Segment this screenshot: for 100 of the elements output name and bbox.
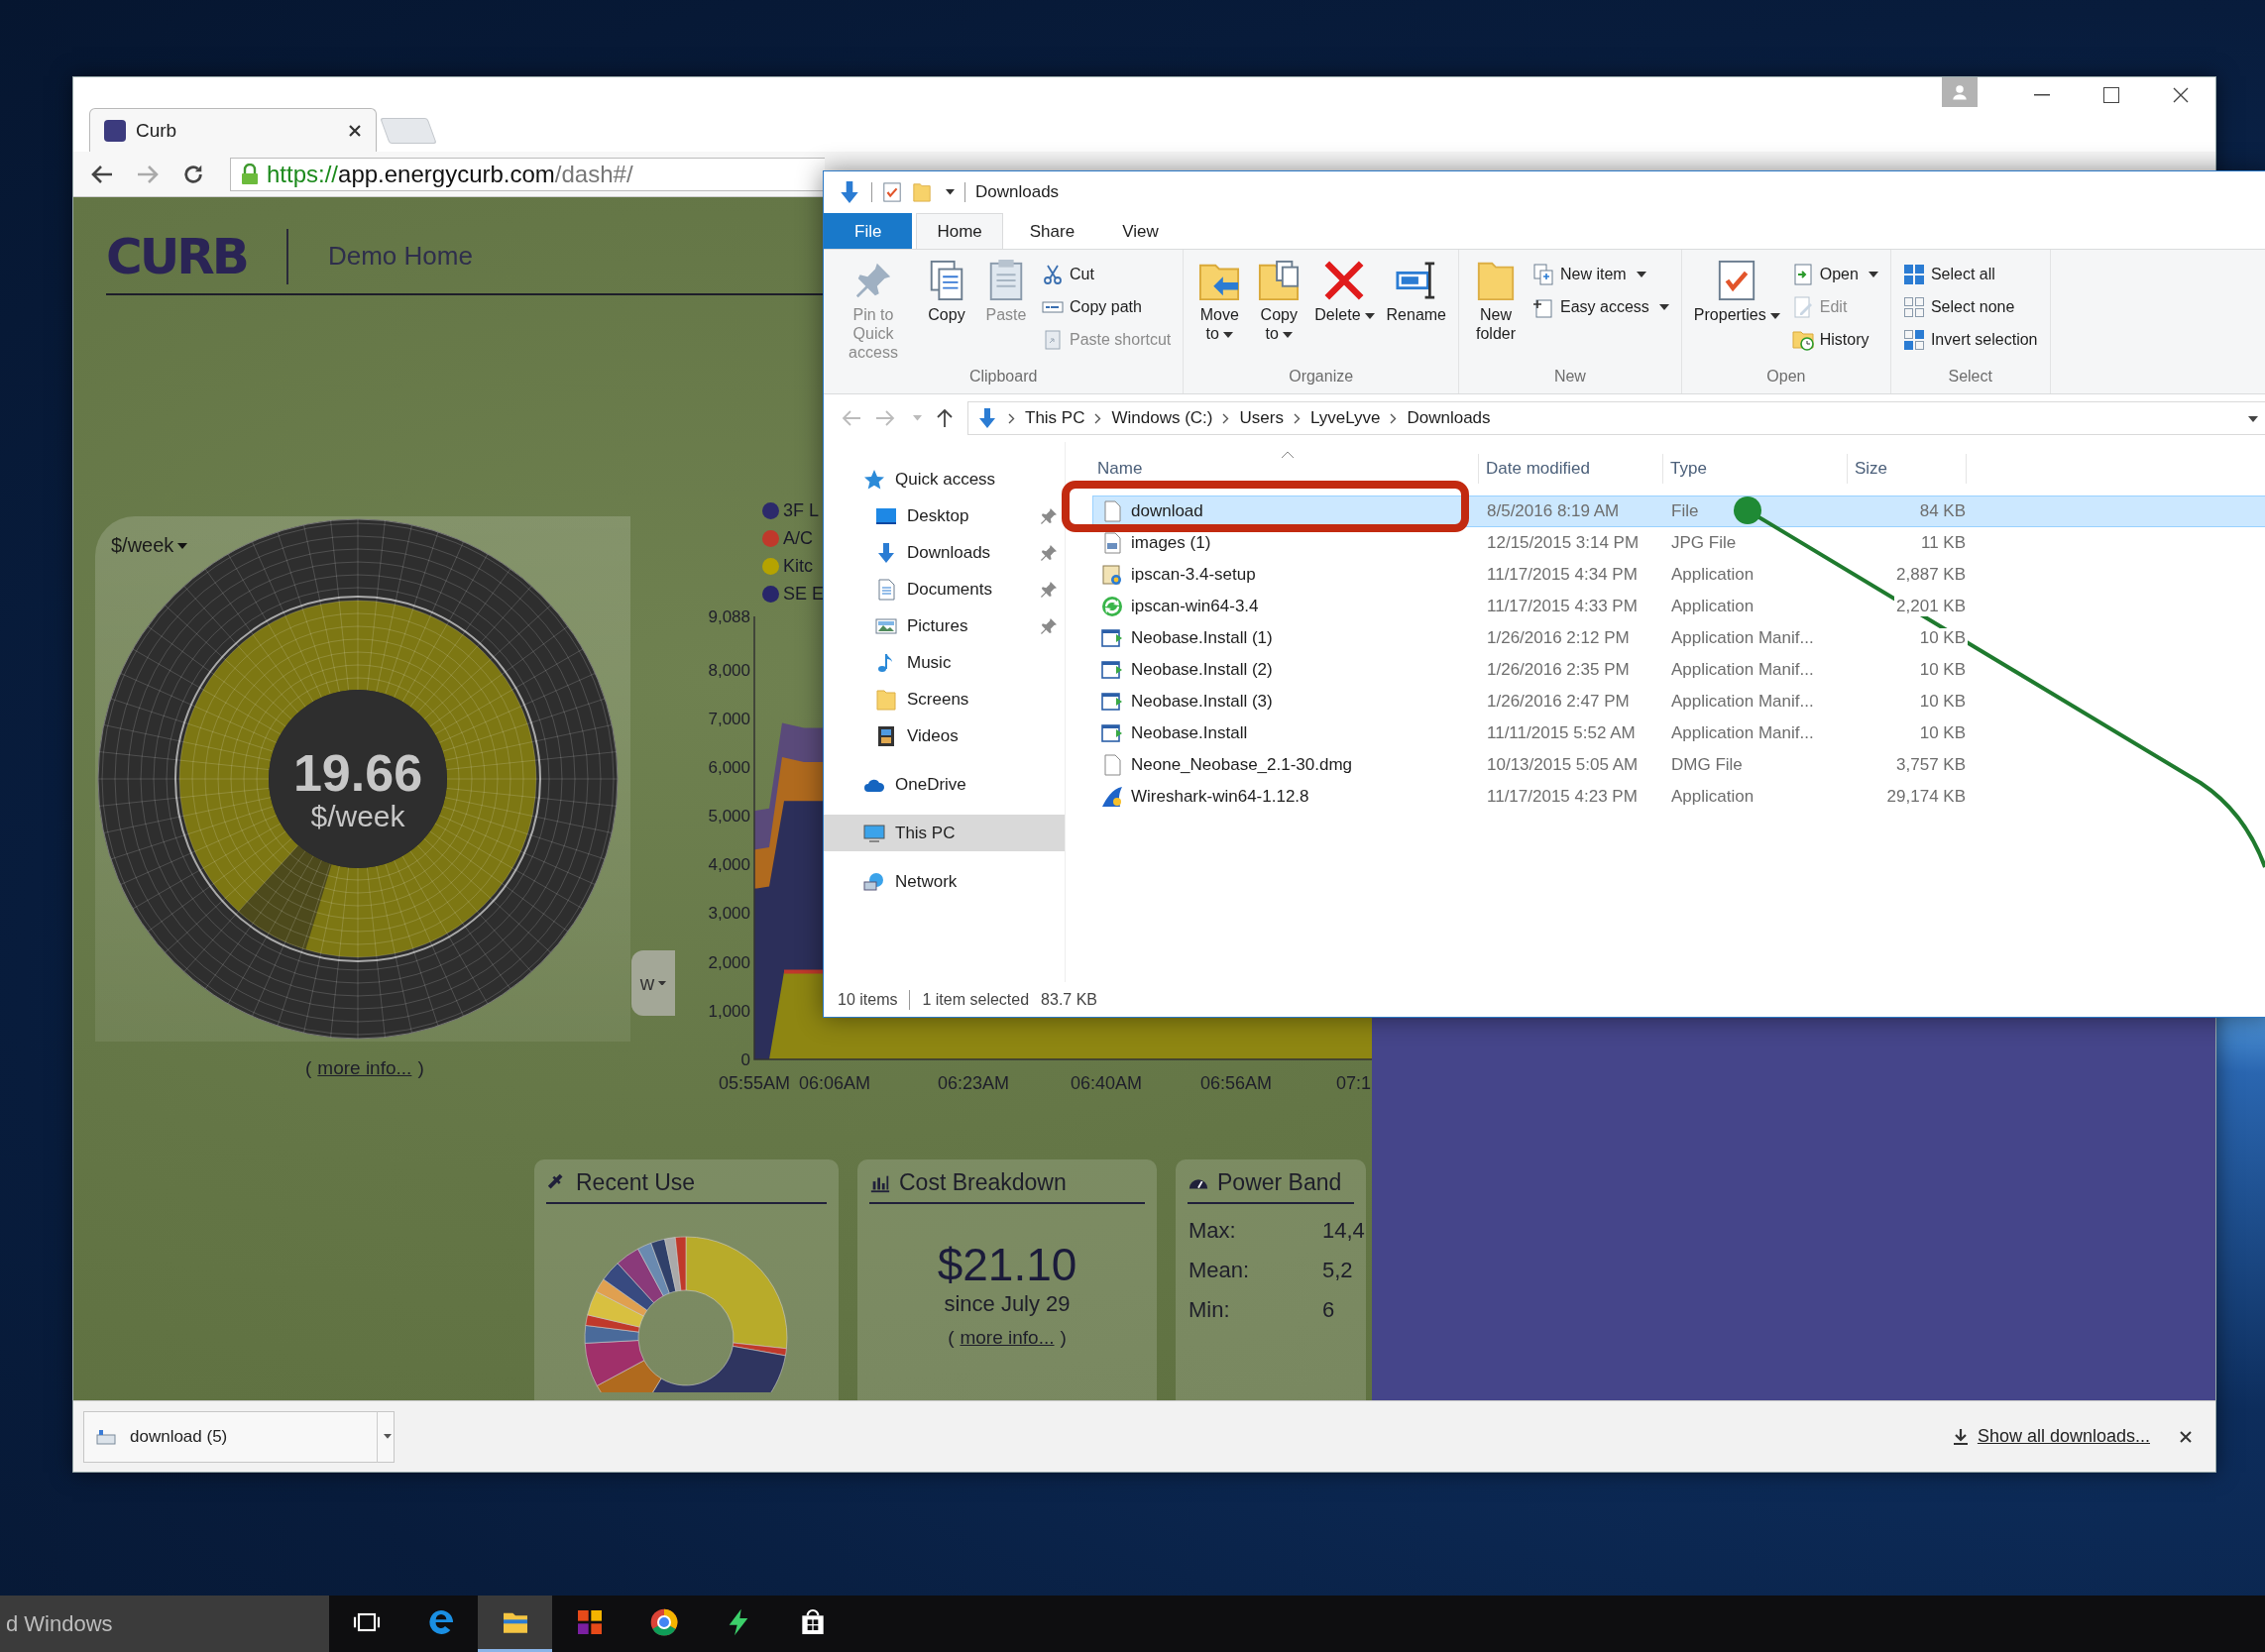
- ribbon-button[interactable]: New folder: [1467, 256, 1525, 348]
- y-axis-label: 2,000: [708, 952, 750, 972]
- nav-item[interactable]: Pictures: [824, 607, 1065, 644]
- close-button[interactable]: [2180, 1430, 2192, 1443]
- file-row[interactable]: Wireshark-win64-1.12.8 11/17/2015 4:23 PM Application 29,174 KB: [1092, 781, 2265, 813]
- browser-tab[interactable]: Curb: [89, 108, 377, 152]
- caret-icon: [913, 415, 922, 421]
- file-row[interactable]: images (1) 12/15/2015 3:14 PM JPG File 11 KB: [1092, 527, 2265, 559]
- file-row[interactable]: Neobase.Install (3) 1/26/2016 2:47 PM Application Manif... 10 KB: [1092, 686, 2265, 717]
- path-crumb[interactable]: Downloads: [1407, 408, 1491, 428]
- ribbon-button[interactable]: Invert selection: [1898, 325, 2042, 354]
- path-crumb[interactable]: Users: [1239, 408, 1284, 428]
- ribbon-button[interactable]: Rename: [1382, 256, 1450, 329]
- range-dropdown[interactable]: w: [631, 950, 675, 1016]
- ribbon-button[interactable]: Copy: [919, 256, 974, 329]
- ribbon-button[interactable]: Open: [1787, 260, 1882, 288]
- search-field[interactable]: d Windows: [0, 1596, 329, 1652]
- folder-icon: [912, 182, 932, 202]
- ribbon-button[interactable]: Select none: [1898, 292, 2042, 321]
- download-item[interactable]: download (5): [83, 1410, 395, 1463]
- invert-selection-icon: [1902, 328, 1925, 351]
- group-label: Clipboard: [967, 368, 1039, 386]
- chevron-icon: [1008, 412, 1015, 424]
- path-crumb[interactable]: Windows (C:): [1111, 408, 1213, 428]
- file-name: Wireshark-win64-1.12.8: [1131, 787, 1309, 807]
- column-header[interactable]: Type: [1663, 454, 1848, 484]
- file-row[interactable]: Neone_Neobase_2.1-30.dmg 10/13/2015 5:05 AM DMG File 3,757 KB: [1092, 749, 2265, 781]
- file-name: Neone_Neobase_2.1-30.dmg: [1131, 755, 1353, 775]
- nav-item[interactable]: Screens: [824, 681, 1065, 717]
- ribbon-button[interactable]: Copy path: [1038, 292, 1176, 321]
- file-row[interactable]: Neobase.Install (1) 1/26/2016 2:12 PM Application Manif... 10 KB: [1092, 622, 2265, 654]
- show-all-downloads-link[interactable]: Show all downloads...: [1951, 1426, 2150, 1447]
- ribbon-tab[interactable]: View: [1101, 213, 1180, 249]
- band-value: 14,4: [1322, 1218, 1366, 1244]
- path-crumb[interactable]: LyveLyve: [1309, 408, 1381, 428]
- chevron-icon: [1222, 412, 1230, 424]
- address-field[interactable]: https://app.energycurb.com/dash#/: [230, 157, 825, 191]
- ribbon-tab[interactable]: Home: [916, 213, 1003, 249]
- history-icon: [1791, 328, 1814, 351]
- column-header[interactable]: Date modified: [1479, 454, 1663, 484]
- up-arrow-icon[interactable]: [936, 408, 954, 428]
- band-label: Min:: [1189, 1297, 1231, 1323]
- download-icon: [1951, 1427, 1970, 1446]
- more-info-link[interactable]: more info...: [960, 1327, 1055, 1348]
- date-modified: 11/17/2015 4:34 PM: [1486, 565, 1639, 585]
- x-axis-label: 06:23AM: [938, 1073, 1009, 1093]
- file-row[interactable]: download 8/5/2016 8:19 AM File 84 KB: [1092, 496, 2265, 527]
- ribbon-button[interactable]: Copy to: [1251, 256, 1307, 348]
- ribbon-button[interactable]: Properties: [1689, 256, 1784, 329]
- file-type: Application: [1670, 787, 1755, 807]
- caret-icon: [177, 542, 188, 549]
- legend-label: SE E: [783, 584, 825, 606]
- paste-shortcut-icon: [1042, 328, 1064, 351]
- file-row[interactable]: ipscan-win64-3.4 11/17/2015 4:33 PM Application 2,201 KB: [1092, 591, 2265, 622]
- file-type: Application Manif...: [1670, 723, 1815, 743]
- file-size: 29,174 KB: [1884, 787, 1968, 807]
- nav-item[interactable]: Quick access: [824, 461, 1065, 497]
- file-type: JPG File: [1670, 533, 1738, 553]
- y-axis-label: 4,000: [708, 855, 750, 875]
- folder-icon: [1475, 260, 1517, 301]
- nav-item[interactable]: Network: [824, 863, 1065, 900]
- legend-label: Kitc: [783, 556, 813, 578]
- pin-icon: [1041, 581, 1057, 598]
- x-axis-label: 05:55AM: [719, 1073, 790, 1093]
- path-field[interactable]: This PC Windows (C:) Users LyveLyve Downloads: [967, 401, 2265, 435]
- ribbon-button[interactable]: Move to: [1191, 256, 1248, 348]
- file-row[interactable]: Neobase.Install (2) 1/26/2016 2:35 PM Application Manif... 10 KB: [1092, 654, 2265, 686]
- pin-icon: [1041, 507, 1057, 524]
- file-name: ipscan-win64-3.4: [1131, 597, 1259, 616]
- file-row[interactable]: Neobase.Install 11/11/2015 5:52 AM Application Manif... 10 KB: [1092, 717, 2265, 749]
- ribbon-button[interactable]: Delete: [1310, 256, 1379, 329]
- file-name: download: [1131, 501, 1203, 521]
- ribbon-tab[interactable]: Share: [1008, 213, 1096, 249]
- nav-item[interactable]: Videos: [824, 717, 1065, 754]
- nav-item[interactable]: Downloads: [824, 534, 1065, 571]
- column-header[interactable]: Name: [1092, 454, 1479, 484]
- file-type: DMG File: [1670, 755, 1744, 775]
- ribbon-button[interactable]: Easy access: [1529, 292, 1673, 321]
- ribbon-button[interactable]: History: [1787, 325, 1882, 354]
- period-dropdown[interactable]: $/week: [111, 534, 188, 557]
- path-crumb[interactable]: This PC: [1025, 408, 1085, 428]
- nav-item[interactable]: This PC: [824, 815, 1065, 851]
- ribbon-tab[interactable]: File: [824, 213, 913, 249]
- selection-size: 83.7 KB: [1041, 990, 1097, 1009]
- taskbar-button[interactable]: [478, 1596, 552, 1652]
- column-header[interactable]: Size: [1848, 454, 1967, 484]
- nav-item[interactable]: Documents: [824, 571, 1065, 607]
- ribbon-button[interactable]: Cut: [1038, 260, 1176, 288]
- group-label: Organize: [1288, 368, 1355, 386]
- ribbon-button[interactable]: New item: [1529, 260, 1673, 288]
- chevron-icon: [1094, 412, 1102, 424]
- close-icon[interactable]: [348, 123, 362, 138]
- nav-item[interactable]: Music: [824, 644, 1065, 681]
- ribbon-button[interactable]: Select all: [1898, 260, 2042, 288]
- nav-item[interactable]: OneDrive: [824, 766, 1065, 803]
- file-row[interactable]: ipscan-3.4-setup 11/17/2015 4:34 PM Application 2,887 KB: [1092, 559, 2265, 591]
- caret-icon: [946, 189, 955, 195]
- nav-item[interactable]: Desktop: [824, 497, 1065, 534]
- window-title: Downloads: [975, 182, 1060, 202]
- file-icon: [96, 1428, 116, 1445]
